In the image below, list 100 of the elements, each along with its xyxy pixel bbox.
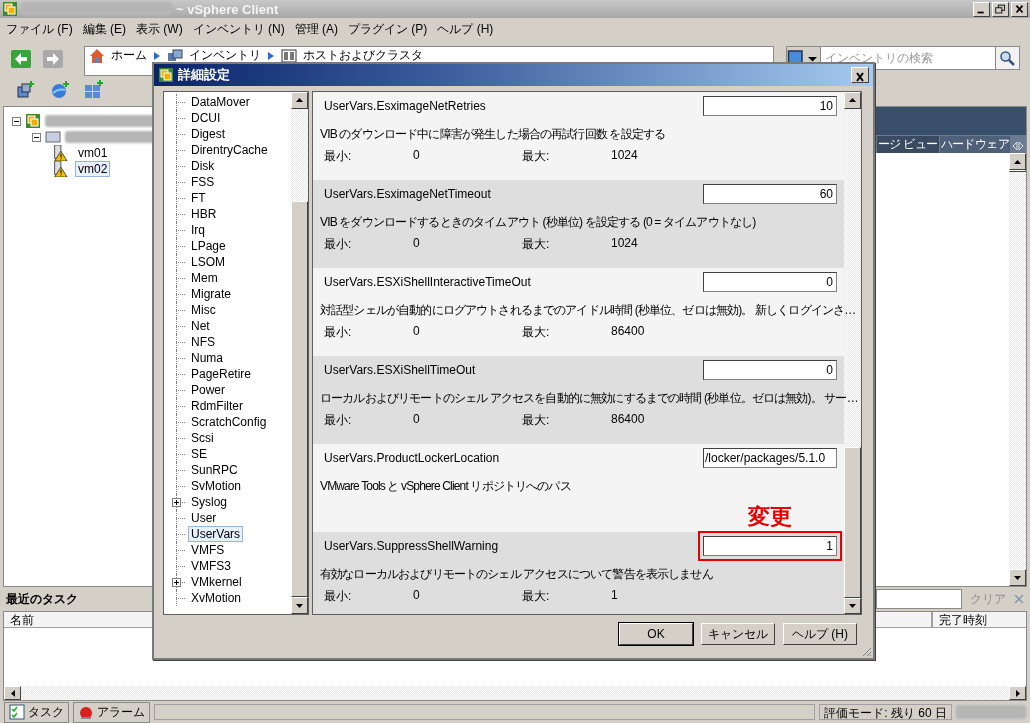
dialog-button[interactable]: キャンセル — [701, 623, 775, 645]
vm-warning-icon — [52, 161, 68, 177]
tree-item[interactable]: SunRPC — [188, 462, 241, 478]
tab[interactable]: ハードウェア — [939, 136, 1010, 153]
menu-item[interactable]: 管理 (A) — [294, 20, 338, 38]
scroll-down-button[interactable] — [1009, 569, 1026, 586]
min-label: 最小: — [324, 412, 353, 429]
tree-item[interactable]: Numa — [188, 350, 226, 366]
scrollbar-thumb[interactable] — [844, 446, 861, 598]
breadcrumb-link[interactable]: インベントリ — [189, 48, 261, 62]
max-label: 最大: — [522, 148, 551, 165]
max-value: 1024 — [611, 148, 639, 164]
menu-item[interactable]: 編集 (E) — [82, 20, 126, 38]
tree-item[interactable]: Mem — [188, 270, 221, 286]
max-label: 最大: — [522, 412, 551, 429]
breadcrumb-link[interactable]: ホーム — [111, 48, 147, 62]
tree-item[interactable]: VMkernel — [188, 574, 245, 590]
dialog-button[interactable]: ヘルプ (H) — [783, 623, 857, 645]
minimize-icon[interactable] — [973, 1, 990, 17]
tree-item[interactable]: NFS — [188, 334, 218, 350]
scroll-up-button[interactable] — [1009, 153, 1026, 170]
close-button[interactable] — [851, 67, 869, 83]
filter-field[interactable] — [876, 589, 962, 609]
tree-item[interactable]: RdmFilter — [188, 398, 246, 414]
menu-item[interactable]: ヘルプ (H) — [437, 20, 494, 38]
tree-item[interactable]: FSS — [188, 174, 218, 190]
tree-item[interactable]: Digest — [188, 126, 228, 142]
dialog-button[interactable]: OK — [619, 623, 693, 645]
tree-item[interactable]: LSOM — [188, 254, 228, 270]
tree-item[interactable]: LPage — [188, 238, 229, 254]
tree-item[interactable]: vm02 — [75, 161, 111, 177]
max-value: 1024 — [611, 236, 639, 252]
tree-item[interactable]: Disk — [188, 158, 218, 174]
menu-item[interactable]: ファイル (F) — [6, 20, 73, 38]
expand-icon[interactable] — [172, 498, 181, 507]
new-vm-icon[interactable] — [50, 80, 70, 100]
tree-item[interactable]: FT — [188, 190, 209, 206]
scroll-down-button[interactable] — [291, 597, 308, 614]
chevron-icon — [267, 51, 275, 61]
scroll-up-button[interactable] — [291, 92, 308, 109]
breadcrumb-link[interactable]: ホストおよびクラスタ — [303, 48, 423, 62]
value-field[interactable]: 1 — [703, 536, 837, 556]
value-field[interactable]: 0 — [703, 272, 837, 292]
value-field[interactable]: /locker/packages/5.1.0 — [703, 448, 837, 468]
tree-item[interactable]: PageRetire — [188, 366, 255, 382]
tree-item[interactable]: Syslog — [188, 494, 231, 510]
tree-item[interactable]: vm01 — [75, 145, 111, 161]
tree-item[interactable]: Power — [188, 382, 228, 398]
tree-item[interactable]: XvMotion — [188, 590, 245, 606]
app-logo-icon — [2, 1, 18, 17]
restore-icon[interactable] — [992, 1, 1009, 17]
tree-item[interactable]: DataMover — [188, 94, 253, 110]
setting-name: UserVars.ESXiShellInteractiveTimeOut — [324, 274, 531, 289]
tree-item[interactable]: DirentryCache — [188, 142, 271, 158]
scroll-left-button[interactable] — [4, 686, 21, 700]
column-header[interactable]: 完了時刻 — [932, 612, 1026, 627]
search-button[interactable] — [995, 47, 1019, 69]
menu-item[interactable]: プラグイン (P) — [348, 20, 428, 38]
scroll-right-button[interactable] — [1009, 686, 1026, 700]
tree-item[interactable]: ScratchConfig — [188, 414, 270, 430]
tree-item[interactable]: UserVars — [188, 526, 244, 542]
back-button-icon[interactable] — [10, 49, 32, 69]
resize-grip-icon[interactable] — [860, 645, 872, 657]
tree-item[interactable]: Misc — [188, 302, 219, 318]
expand-icon[interactable] — [172, 578, 181, 587]
tree-item[interactable]: User — [188, 510, 220, 526]
scrollbar-thumb[interactable] — [291, 200, 308, 598]
scroll-up-button[interactable] — [844, 92, 861, 109]
status-tab[interactable]: タスク — [4, 701, 69, 723]
collapse-icon[interactable] — [32, 132, 41, 142]
tree-item[interactable]: Net — [188, 318, 213, 334]
value-field[interactable]: 10 — [703, 96, 837, 116]
status-tab[interactable]: アラーム — [73, 701, 150, 723]
collapse-icon[interactable] — [12, 116, 21, 126]
setting-description: VMware Tools と vSphere Client リポジトリへのパス — [320, 478, 571, 495]
host-icon — [45, 129, 61, 145]
menu-item[interactable]: 表示 (W) — [136, 20, 183, 38]
app-logo-icon — [158, 67, 174, 83]
tree-item[interactable]: SvMotion — [188, 478, 245, 494]
value-field[interactable]: 0 — [703, 360, 837, 380]
tab[interactable]: ージ ビュー — [876, 136, 939, 153]
tree-item[interactable]: DCUI — [188, 110, 224, 126]
tree-item[interactable]: HBR — [188, 206, 220, 222]
tree-item[interactable]: SE — [188, 446, 210, 462]
panel-title: 最近のタスク — [6, 590, 78, 608]
value-field[interactable]: 60 — [703, 184, 837, 204]
home-icon — [89, 48, 105, 64]
menu-item[interactable]: インベントリ (N) — [192, 20, 285, 38]
scrollbar-thumb[interactable] — [1009, 170, 1026, 172]
tree-item[interactable]: VMFS3 — [188, 558, 234, 574]
dialog-title: 詳細設定 — [178, 66, 231, 84]
setting-description: 対話型シェルが自動的にログアウトされるまでのアイドル時間 (秒単位、ゼロは無効)。 新しくログインさ… — [320, 302, 856, 319]
tree-item[interactable]: Migrate — [188, 286, 234, 302]
new-host-icon[interactable] — [16, 80, 36, 100]
tree-item[interactable]: Irq — [188, 222, 208, 238]
setting-name: UserVars.EsximageNetTimeout — [324, 186, 491, 201]
tree-item[interactable]: Scsi — [188, 430, 217, 446]
tree-item[interactable]: VMFS — [188, 542, 228, 558]
right-arrow-icon — [1015, 689, 1020, 697]
search-icon — [999, 50, 1015, 66]
